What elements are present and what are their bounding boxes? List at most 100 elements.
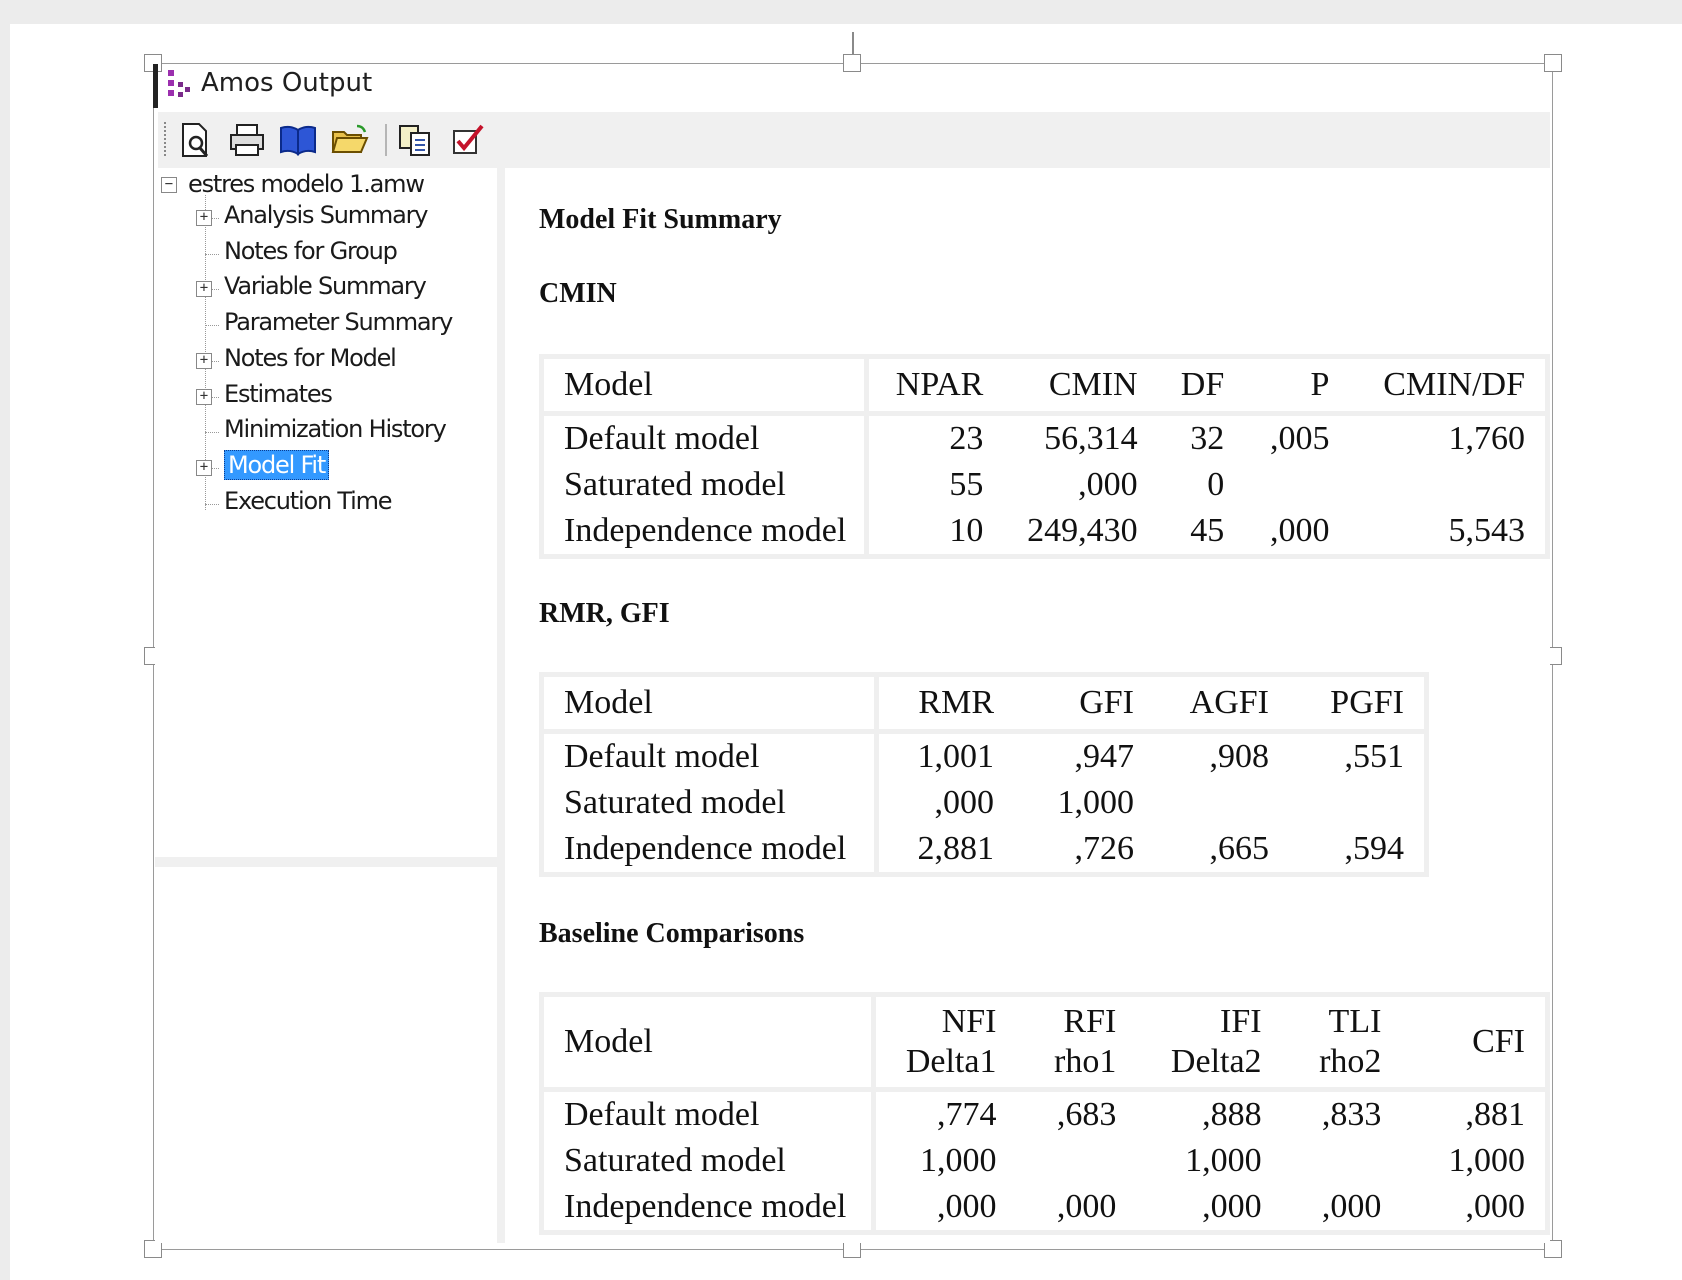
column-header-text: NFI xyxy=(941,1003,997,1040)
tree-collapse-icon[interactable]: − xyxy=(161,177,177,193)
table-cell xyxy=(1349,462,1545,508)
table-cell xyxy=(1154,780,1289,826)
model-fit-summary-heading: Model Fit Summary xyxy=(539,204,782,235)
window-title: Amos Output xyxy=(201,68,373,98)
tree-item[interactable]: Parameter Summary xyxy=(224,307,453,337)
options-check-icon[interactable] xyxy=(448,118,488,162)
tree-expand-icon[interactable]: + xyxy=(196,281,212,298)
print-icon[interactable] xyxy=(227,118,267,162)
table-cell: ,000 xyxy=(1078,466,1138,503)
column-header: AGFI xyxy=(1154,677,1289,734)
table-cell: ,908 xyxy=(1209,738,1270,775)
tree-item[interactable]: Analysis Summary xyxy=(224,200,428,230)
column-header: RMR xyxy=(879,677,1014,734)
table-cell: 2,881 xyxy=(917,830,995,867)
column-header-text: IFI xyxy=(1220,1003,1262,1040)
column-header: Model xyxy=(544,677,879,734)
column-header-text: Model xyxy=(564,1023,653,1060)
table-cell: ,665 xyxy=(1209,830,1270,867)
resize-handle-top-right[interactable] xyxy=(1544,54,1562,72)
table-cell: ,833 xyxy=(1321,1096,1382,1133)
column-header: P xyxy=(1244,359,1350,416)
column-header: NFI Delta1 xyxy=(875,997,1017,1092)
column-header-text: CFI xyxy=(1472,1023,1525,1060)
tree-expand-icon[interactable]: + xyxy=(196,210,212,226)
tree-item-label: Notes for Model xyxy=(224,343,397,372)
tree-root-label[interactable]: estres modelo 1.amw xyxy=(188,169,425,199)
column-header-text: Delta2 xyxy=(1170,1043,1262,1080)
tree-item[interactable]: Model Fit xyxy=(224,449,330,480)
table-cell: 23 xyxy=(949,420,984,457)
tree-item-label: Notes for Group xyxy=(224,236,398,265)
toolbar-grip[interactable] xyxy=(164,122,166,158)
table-cell: ,000 xyxy=(1056,1188,1117,1225)
print-preview-icon[interactable] xyxy=(176,118,216,162)
tree-expand-icon[interactable]: + xyxy=(196,352,212,369)
tree-item[interactable]: Notes for Group xyxy=(224,236,398,266)
baseline-comparisons-table: Model NFI Delta1 RFI rho1 IFI Delta2 TLI rho2 CFI… xyxy=(539,992,1550,1235)
table-cell: 55 xyxy=(949,466,984,503)
table-cell: 249,430 xyxy=(1027,512,1138,549)
row-model-name: Saturated model xyxy=(544,780,879,826)
table-cell: ,726 xyxy=(1074,830,1135,867)
tree-item[interactable]: Execution Time xyxy=(224,486,393,516)
open-folder-icon[interactable] xyxy=(330,118,370,162)
table-cell: ,947 xyxy=(1074,738,1135,775)
column-header: DF xyxy=(1157,359,1245,416)
tree-guide-line xyxy=(205,325,219,327)
table-cell: 45 xyxy=(1190,512,1225,549)
table-cell: 56,314 xyxy=(1044,420,1138,457)
row-model-name: Default model xyxy=(544,416,869,462)
table-cell xyxy=(1282,1138,1402,1184)
tree-item-label: Variable Summary xyxy=(224,272,427,301)
column-header-text: rho2 xyxy=(1319,1043,1382,1080)
table-cell: 5,543 xyxy=(1448,512,1526,549)
table-cell xyxy=(1289,780,1424,826)
tree-item[interactable]: Notes for Model xyxy=(224,343,397,373)
tree-item-selected-label: Model Fit xyxy=(224,449,330,480)
model-fit-content-pane: Model Fit Summary CMIN Model NPAR CMIN DF P C… xyxy=(515,168,1550,1243)
table-cell xyxy=(1016,1138,1136,1184)
table-cell: ,005 xyxy=(1269,420,1330,457)
row-model-name: Default model xyxy=(544,1092,876,1138)
tree-item[interactable]: Estimates xyxy=(224,379,333,409)
table-row: Independence model ,000 ,000 ,000 ,000 ,000 xyxy=(544,1184,1545,1230)
column-header: CMIN/DF xyxy=(1349,359,1545,416)
row-model-name: Independence model xyxy=(544,826,879,872)
book-icon[interactable] xyxy=(278,118,318,162)
tree-item-label: Analysis Summary xyxy=(224,201,428,229)
cmin-table: Model NPAR CMIN DF P CMIN/DF Default model 23 56… xyxy=(539,354,1550,559)
table-cell: 32 xyxy=(1190,420,1225,457)
tree-pane-splitter[interactable] xyxy=(155,857,505,867)
tree-item[interactable]: Minimization History xyxy=(224,414,447,444)
table-cell: ,774 xyxy=(936,1096,997,1133)
table-row: Independence model 10 249,430 45 ,000 5,543 xyxy=(544,508,1545,554)
table-cell: ,594 xyxy=(1344,830,1405,867)
table-cell: 1,000 xyxy=(1185,1142,1262,1179)
tree-guide-line xyxy=(205,253,219,255)
row-model-name: Saturated model xyxy=(544,1138,876,1184)
tree-expand-icon[interactable]: + xyxy=(196,459,212,476)
tree-item[interactable]: Variable Summary xyxy=(224,271,427,301)
table-header-row: Model NFI Delta1 RFI rho1 IFI Delta2 TLI rho2 CFI xyxy=(544,997,1545,1092)
rmr-gfi-heading: RMR, GFI xyxy=(539,598,670,629)
resize-handle-top[interactable] xyxy=(843,54,861,72)
amos-app-icon xyxy=(168,70,190,97)
column-header: Model xyxy=(544,997,876,1092)
tree-item-label: Estimates xyxy=(224,379,333,408)
table-cell: ,551 xyxy=(1344,738,1405,775)
baseline-comparisons-heading: Baseline Comparisons xyxy=(539,918,805,949)
table-cell: 1,000 xyxy=(1057,784,1135,821)
row-model-name: Independence model xyxy=(544,1184,876,1230)
column-header-text: rho1 xyxy=(1054,1043,1117,1080)
cmin-heading: CMIN xyxy=(539,278,617,309)
copy-icon[interactable] xyxy=(395,118,435,162)
table-row: Default model 23 56,314 32 ,005 1,760 xyxy=(544,416,1545,462)
tree-item-label: Parameter Summary xyxy=(224,308,453,337)
table-cell: ,000 xyxy=(1321,1188,1382,1225)
table-row: Saturated model ,000 1,000 xyxy=(544,780,1424,826)
tree-expand-icon[interactable]: + xyxy=(196,388,212,405)
column-header: PGFI xyxy=(1289,677,1424,734)
table-cell: 1,760 xyxy=(1448,420,1526,457)
table-cell: ,000 xyxy=(1269,512,1330,549)
